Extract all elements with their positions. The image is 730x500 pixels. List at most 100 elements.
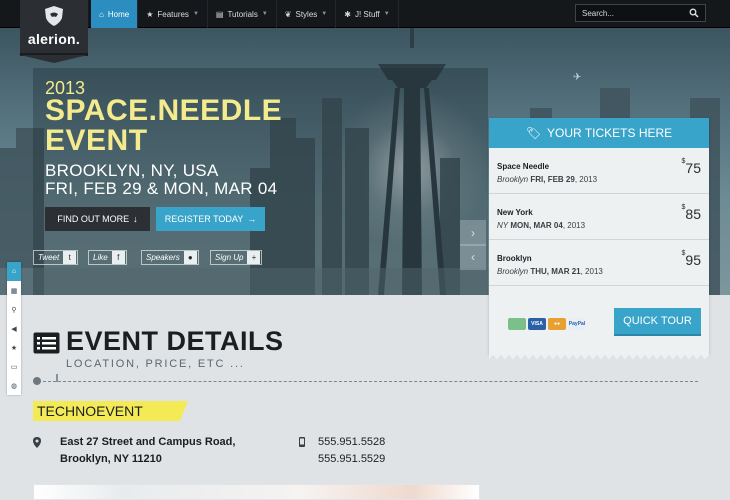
dashed-divider xyxy=(38,381,698,382)
nav-item-home[interactable]: ⌂ Home xyxy=(91,0,139,28)
chevron-down-icon: ▼ xyxy=(261,11,268,17)
ticket-date: Brooklyn THU, MAR 21, 2013 xyxy=(497,267,709,276)
section-subtitle: LOCATION, PRICE, ETC ... xyxy=(66,358,245,370)
event-title-line2: EVENT xyxy=(45,124,148,157)
ticket-day: FRI, FEB 29 xyxy=(530,175,575,184)
chevron-down-icon: ▼ xyxy=(383,11,390,17)
list-icon xyxy=(33,332,60,354)
ticket-price: $75 xyxy=(681,158,701,176)
event-phones: 555.951.5528 555.951.5529 xyxy=(318,434,385,468)
chevron-down-icon: ▼ xyxy=(192,11,199,17)
visa-icon: VISA xyxy=(528,318,546,330)
find-out-more-label: FIND OUT MORE xyxy=(57,214,130,224)
find-out-more-button[interactable]: FIND OUT MORE ↓ xyxy=(45,207,150,231)
speakers-button[interactable]: Speakers ● xyxy=(141,250,199,265)
chevron-down-icon: ▼ xyxy=(321,11,328,17)
ticket-day: MON, MAR 04 xyxy=(510,221,563,230)
main-menu: ⌂ Home ★ Features ▼ ▤ Tutorials ▼ ❦ Styl… xyxy=(91,0,399,28)
ticket-row[interactable]: Brooklyn Brooklyn THU, MAR 21, 2013 $95 xyxy=(489,240,709,286)
register-today-button[interactable]: REGISTER TODAY → xyxy=(156,207,265,231)
nav-item-features[interactable]: ★ Features ▼ xyxy=(138,0,208,28)
chevron-right-icon: › xyxy=(471,226,475,240)
ticket-row[interactable]: New York NY MON, MAR 04, 2013 $85 xyxy=(489,194,709,240)
brand-name: alerion. xyxy=(27,31,81,47)
tweet-button[interactable]: Tweet t xyxy=(33,250,79,265)
brand-logo[interactable]: alerion. xyxy=(20,0,88,63)
location-icon: ⚲ xyxy=(11,306,17,314)
like-button[interactable]: Like f xyxy=(88,250,127,265)
ticket-year: , 2013 xyxy=(574,175,598,184)
zigzag-edge xyxy=(489,354,709,360)
ticket-city: NY xyxy=(497,221,509,230)
tickets-panel: 🏷 YOUR TICKETS HERE Space Needle Brookly… xyxy=(489,118,709,360)
globe-icon: ◍ xyxy=(10,382,18,390)
nav-label: J! Stuff xyxy=(354,9,380,19)
ticket-price: $95 xyxy=(682,250,701,268)
side-home-button[interactable]: ⌂ xyxy=(7,262,21,281)
ticket-row[interactable]: Space Needle Brooklyn FRI, FEB 29, 2013 … xyxy=(489,148,709,194)
slider-next-arrow[interactable]: › xyxy=(460,220,486,246)
register-today-label: REGISTER TODAY xyxy=(164,214,244,224)
mobile-phone-icon xyxy=(299,437,305,447)
monitor-icon: ▭ xyxy=(10,363,18,371)
tweet-label: Tweet xyxy=(38,253,60,262)
paypal-icon: PayPal xyxy=(568,318,586,330)
speakers-label: Speakers xyxy=(146,253,180,262)
side-star-button[interactable]: ★ xyxy=(7,338,21,357)
side-calendar-button[interactable]: ▦ xyxy=(7,281,21,300)
nav-item-styles[interactable]: ❦ Styles ▼ xyxy=(277,0,337,28)
currency-symbol: $ xyxy=(681,158,686,165)
ticket-name: Space Needle xyxy=(497,162,550,171)
event-location-dates: BROOKLYN, NY, USA FRI, FEB 29 & MON, MAR… xyxy=(45,162,277,198)
side-megaphone-button[interactable]: ◀ xyxy=(7,319,21,338)
mastercard-icon: ●● xyxy=(548,318,566,330)
quick-tour-button[interactable]: QUICK TOUR xyxy=(614,308,701,336)
search-input[interactable] xyxy=(582,8,682,18)
leaf-icon: ❦ xyxy=(284,9,292,19)
joomla-icon: ✱ xyxy=(344,9,351,19)
payment-methods: VISA ●● PayPal xyxy=(508,318,586,330)
tag-icon: 🏷 xyxy=(525,126,542,140)
sign-up-label: Sign Up xyxy=(215,253,244,262)
ticket-name: New York xyxy=(497,208,533,217)
phone-number[interactable]: 555.951.5528 xyxy=(318,434,385,451)
ticket-year: , 2013 xyxy=(562,221,586,230)
ticket-date: Brooklyn FRI, FEB 29, 2013 xyxy=(497,175,709,184)
home-icon: ⌂ xyxy=(11,268,17,275)
nav-label: Features xyxy=(157,9,189,19)
airplane-icon: ✈ xyxy=(573,72,582,83)
arrow-right-icon: → xyxy=(247,214,257,224)
document-icon: ▤ xyxy=(215,9,224,19)
price-value: 75 xyxy=(685,160,701,176)
slider-prev-arrow[interactable]: ‹ xyxy=(460,244,486,270)
price-value: 85 xyxy=(685,206,701,222)
ticket-date: NY MON, MAR 04, 2013 xyxy=(497,221,709,230)
star-icon: ★ xyxy=(146,9,154,19)
plus-icon: + xyxy=(247,251,261,264)
side-monitor-button[interactable]: ▭ xyxy=(7,357,21,376)
ticket-city: Brooklyn xyxy=(497,175,529,184)
like-label: Like xyxy=(93,253,108,262)
home-icon: ⌂ xyxy=(99,9,104,19)
currency-symbol: $ xyxy=(681,204,686,211)
user-icon: ● xyxy=(183,251,197,264)
search-icon[interactable] xyxy=(689,8,699,18)
arrow-down-icon: ↓ xyxy=(133,214,138,224)
nav-item-j-stuff[interactable]: ✱ J! Stuff ▼ xyxy=(336,0,399,28)
nav-item-tutorials[interactable]: ▤ Tutorials ▼ xyxy=(208,0,277,28)
phone-number[interactable]: 555.951.5529 xyxy=(318,451,385,468)
ticket-name: Brooklyn xyxy=(497,254,532,263)
side-globe-button[interactable]: ◍ xyxy=(7,376,21,395)
tickets-heading: YOUR TICKETS HERE xyxy=(547,126,673,140)
side-location-button[interactable]: ⚲ xyxy=(7,300,21,319)
sign-up-button[interactable]: Sign Up + xyxy=(210,250,263,265)
address-line1: East 27 Street and Campus Road, xyxy=(60,436,236,448)
calendar-icon: ▦ xyxy=(10,287,18,295)
event-title-line1: SPACE.NEEDLE xyxy=(45,94,283,127)
facebook-icon: f xyxy=(111,251,125,264)
chevron-left-icon: ‹ xyxy=(471,250,475,264)
event-title: SPACE.NEEDLE EVENT xyxy=(45,96,282,156)
shield-logo-icon xyxy=(45,6,63,26)
ticket-city: Brooklyn xyxy=(497,267,529,276)
megaphone-icon: ◀ xyxy=(11,325,17,333)
